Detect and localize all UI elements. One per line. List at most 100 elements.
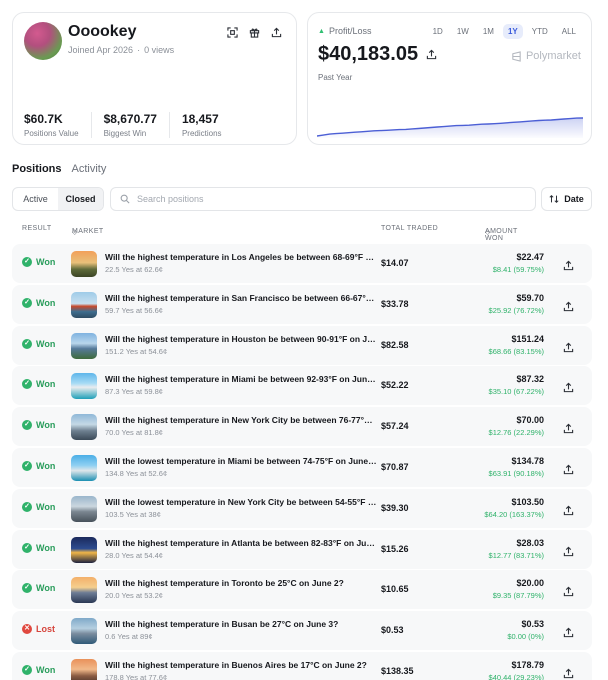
market-thumbnail bbox=[71, 659, 97, 680]
tab-activity[interactable]: Activity bbox=[72, 163, 107, 175]
table-row[interactable]: ✓ Won Will the highest temperature in Atla… bbox=[12, 529, 592, 569]
table-row[interactable]: ✓ Won Will the lowest temperature in New Y… bbox=[12, 488, 592, 528]
check-circle-icon: ✓ bbox=[22, 583, 32, 594]
market-question[interactable]: Will the highest temperature in San Fran… bbox=[105, 293, 377, 303]
stat-label: Positions Value bbox=[24, 129, 79, 138]
search-icon bbox=[120, 194, 130, 204]
segment-closed[interactable]: Closed bbox=[58, 188, 103, 210]
profit-gain: $12.76 (22.29%) bbox=[488, 428, 544, 438]
amount-won: $151.24 bbox=[511, 333, 544, 344]
profit-gain: $0.00 (0%) bbox=[507, 632, 544, 642]
table-row[interactable]: ✓ Won Will the highest temperature in Hous… bbox=[12, 325, 592, 365]
share-icon[interactable] bbox=[563, 421, 574, 434]
market-question[interactable]: Will the highest temperature in Toronto … bbox=[105, 578, 377, 588]
share-icon[interactable] bbox=[563, 258, 574, 271]
profit-gain: $40.44 (29.23%) bbox=[488, 673, 544, 680]
market-thumbnail bbox=[71, 291, 97, 318]
result-label: Won bbox=[36, 542, 56, 553]
stat-predictions: 18,457 Predictions bbox=[182, 112, 234, 138]
gift-icon[interactable] bbox=[248, 26, 260, 38]
market-thumbnail bbox=[71, 455, 97, 481]
position-detail: 22.5 Yes at 62.6¢ bbox=[105, 265, 163, 274]
range-all[interactable]: ALL bbox=[557, 24, 581, 39]
table-row[interactable]: ✓ Won Will the highest temperature in Los … bbox=[12, 244, 592, 283]
position-detail: 0.6 Yes at 89¢ bbox=[105, 632, 153, 642]
table-row[interactable]: ✓ Won Will the highest temperature in San … bbox=[12, 284, 592, 324]
check-circle-icon: ✓ bbox=[22, 338, 32, 349]
pnl-label-text: Profit/Loss bbox=[328, 26, 372, 36]
table-row[interactable]: ✓ Won Will the highest temperature in Toro… bbox=[12, 570, 592, 610]
share-icon[interactable] bbox=[563, 299, 574, 311]
share-icon[interactable] bbox=[426, 49, 437, 60]
table-row[interactable]: ✓ Won Will the highest temperature in Buen… bbox=[12, 652, 592, 680]
market-question[interactable]: Will the highest temperature in Buenos A… bbox=[105, 660, 377, 670]
profile-card: Ooookey Joined Apr 2026 · 0 views $60.7K P… bbox=[12, 12, 297, 145]
result-badge: ✓ Won bbox=[22, 665, 55, 675]
market-question[interactable]: Will the highest temperature in Los Ange… bbox=[105, 252, 377, 262]
share-icon[interactable] bbox=[563, 380, 574, 393]
stat-positions-value: $60.7K Positions Value bbox=[24, 112, 92, 138]
avatar[interactable] bbox=[24, 22, 62, 60]
result-label: Lost bbox=[36, 624, 55, 635]
profit-gain: $68.66 (83.15%) bbox=[488, 346, 544, 356]
total-traded: $10.65 bbox=[381, 584, 409, 595]
total-traded: $33.78 bbox=[381, 298, 409, 309]
range-ytd[interactable]: YTD bbox=[527, 24, 553, 39]
share-icon[interactable] bbox=[270, 26, 282, 38]
market-thumbnail bbox=[71, 536, 97, 563]
sort-button[interactable]: Date bbox=[541, 187, 592, 211]
profile-actions bbox=[226, 26, 282, 38]
market-question[interactable]: Will the highest temperature in New York… bbox=[105, 415, 377, 425]
share-icon[interactable] bbox=[563, 625, 574, 638]
stat-value: 18,457 bbox=[181, 112, 219, 126]
range-1d[interactable]: 1D bbox=[428, 24, 448, 39]
share-icon[interactable] bbox=[563, 503, 574, 515]
qr-scan-icon[interactable] bbox=[226, 26, 238, 38]
table-row[interactable]: ✓ Won Will the lowest temperature in Miami… bbox=[12, 448, 592, 487]
table-row[interactable]: ✓ Won Will the highest temperature in New … bbox=[12, 407, 592, 447]
market-question[interactable]: Will the lowest temperature in New York … bbox=[105, 497, 377, 507]
share-icon[interactable] bbox=[563, 462, 574, 475]
result-label: Won bbox=[36, 338, 56, 349]
amount-won: $22.47 bbox=[516, 252, 544, 262]
amount-won: $28.03 bbox=[516, 537, 544, 548]
table-row[interactable]: ✓ Won Will the highest temperature in Miam… bbox=[12, 366, 592, 406]
market-question[interactable]: Will the highest temperature in Busan be… bbox=[105, 619, 377, 629]
table-header: RESULT MARKET ◇ TOTAL TRADED AMOUNT WON … bbox=[0, 222, 608, 242]
result-label: Won bbox=[36, 420, 56, 431]
share-icon[interactable] bbox=[563, 340, 574, 352]
share-icon[interactable] bbox=[563, 584, 574, 597]
result-badge: ✓ Won bbox=[22, 297, 55, 308]
sort-chevron-icon: ◇ bbox=[485, 229, 491, 236]
market-thumbnail bbox=[71, 414, 97, 441]
market-question[interactable]: Will the highest temperature in Houston … bbox=[105, 334, 377, 344]
total-traded: $0.53 bbox=[381, 625, 404, 636]
position-detail: 134.8 Yes at 52.6¢ bbox=[105, 469, 168, 478]
segment-active[interactable]: Active bbox=[13, 188, 58, 210]
range-1m[interactable]: 1M bbox=[478, 24, 499, 39]
check-circle-icon: ✓ bbox=[22, 420, 32, 431]
share-icon[interactable] bbox=[563, 544, 574, 556]
market-question[interactable]: Will the highest temperature in Miami be… bbox=[105, 374, 377, 384]
market-question[interactable]: Will the lowest temperature in Miami be … bbox=[105, 456, 377, 466]
result-label: Won bbox=[36, 665, 56, 675]
range-selector: 1D 1W 1M 1Y YTD ALL bbox=[428, 24, 581, 39]
range-1y[interactable]: 1Y bbox=[502, 24, 523, 39]
profit-gain: $8.41 (59.75%) bbox=[492, 265, 544, 274]
table-row[interactable]: ✕ Lost Will the highest temperature in Bus… bbox=[12, 611, 592, 651]
result-label: Won bbox=[36, 583, 56, 594]
search-input[interactable] bbox=[137, 194, 517, 204]
tab-positions[interactable]: Positions bbox=[12, 163, 62, 175]
pnl-chart bbox=[317, 117, 583, 138]
result-badge: ✕ Lost bbox=[22, 624, 55, 635]
amount-won: $178.79 bbox=[511, 660, 544, 670]
total-traded: $82.58 bbox=[381, 339, 409, 350]
market-question[interactable]: Will the highest temperature in Atlanta … bbox=[105, 538, 377, 548]
share-icon[interactable] bbox=[563, 666, 574, 679]
result-label: Won bbox=[36, 257, 56, 267]
joined-date: Joined Apr 2026 bbox=[68, 45, 134, 55]
position-detail: 178.8 Yes at 77.6¢ bbox=[105, 673, 168, 680]
amount-won: $134.78 bbox=[511, 456, 544, 466]
range-1w[interactable]: 1W bbox=[452, 24, 474, 39]
position-detail: 20.0 Yes at 53.2¢ bbox=[105, 591, 163, 601]
